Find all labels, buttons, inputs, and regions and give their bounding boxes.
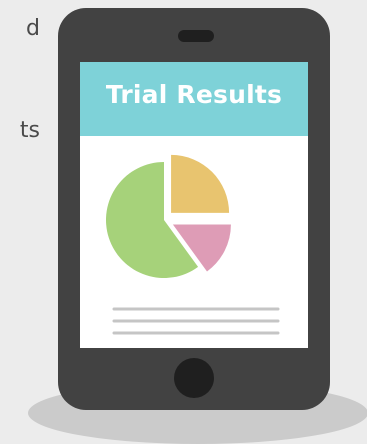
- screen-title: Trial Results: [105, 80, 283, 109]
- side-text-fragment-2: ts: [19, 118, 40, 143]
- pie-chart: [106, 154, 280, 335]
- phone-illustration: Trial Results: [58, 8, 330, 410]
- phone-screen: Trial Results: [80, 62, 308, 348]
- pie-slices: [106, 154, 231, 278]
- phone-speaker: [178, 30, 214, 42]
- text-lines: [112, 307, 280, 335]
- pie-slice-1: [171, 154, 230, 213]
- home-button: [174, 358, 214, 398]
- side-text-fragment-1: d: [26, 16, 40, 41]
